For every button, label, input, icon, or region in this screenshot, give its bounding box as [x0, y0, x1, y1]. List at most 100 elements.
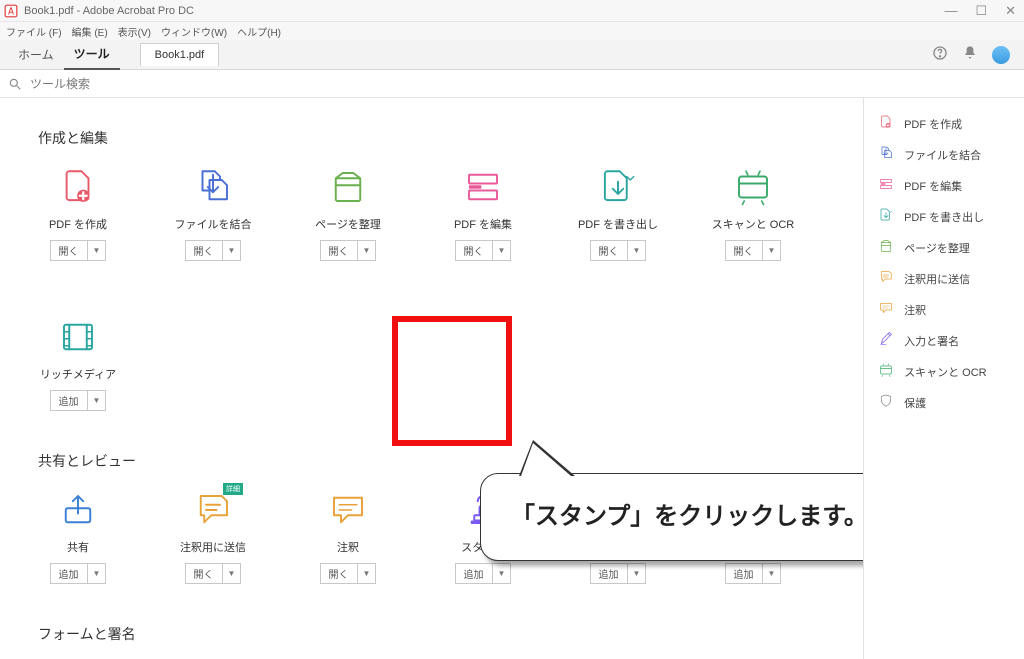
- tool-create-pdf[interactable]: PDF を作成 開く ▼: [38, 166, 118, 261]
- section-title-forms-sign: フォームと署名: [38, 624, 833, 644]
- chevron-down-icon[interactable]: ▼: [628, 244, 646, 257]
- tool-button-label: 開く: [321, 564, 358, 583]
- tool-label: ページを整理: [315, 216, 381, 232]
- tool-label: PDF を作成: [49, 216, 107, 232]
- rightpanel-item-protect[interactable]: 保護: [864, 387, 1024, 418]
- rightpanel-item-export[interactable]: PDF を書き出し: [864, 201, 1024, 232]
- tool-button-open[interactable]: 開く ▼: [320, 240, 377, 261]
- rightpanel-label: 注釈: [904, 302, 926, 318]
- tool-label: 注釈: [337, 539, 359, 555]
- comment-icon: [878, 300, 894, 319]
- create-pdf-icon: [57, 166, 99, 208]
- tool-button-label: 追加: [51, 391, 88, 410]
- chevron-down-icon[interactable]: ▼: [88, 394, 106, 407]
- tool-richmedia[interactable]: リッチメディア 追加 ▼: [38, 316, 118, 411]
- user-avatar[interactable]: [992, 46, 1010, 64]
- tool-button-open[interactable]: 開く ▼: [185, 563, 242, 584]
- tool-button-add[interactable]: 追加 ▼: [50, 390, 107, 411]
- titlebar: Book1.pdf - Adobe Acrobat Pro DC ― ☐ ✕: [0, 0, 1024, 22]
- tool-button-label: 開く: [726, 241, 763, 260]
- rightpanel-item-combine[interactable]: ファイルを結合: [864, 139, 1024, 170]
- tool-export[interactable]: PDF を書き出し 開く ▼: [578, 166, 658, 261]
- edit-pdf-icon: [878, 176, 894, 195]
- menu-help[interactable]: ヘルプ(H): [237, 24, 281, 39]
- chevron-down-icon[interactable]: ▼: [358, 567, 376, 580]
- tool-button-open[interactable]: 開く ▼: [455, 240, 512, 261]
- rightpanel-label: 入力と署名: [904, 333, 959, 349]
- window-title: Book1.pdf - Adobe Acrobat Pro DC: [24, 5, 194, 17]
- chevron-down-icon[interactable]: ▼: [763, 567, 781, 580]
- send-comment-icon: [878, 269, 894, 288]
- right-panel: PDF を作成 ファイルを結合 PDF を編集 PDF を書き出し ページを整理…: [863, 98, 1024, 659]
- chevron-down-icon[interactable]: ▼: [88, 567, 106, 580]
- rightpanel-item-organize[interactable]: ページを整理: [864, 232, 1024, 263]
- tool-share[interactable]: 共有 追加 ▼: [38, 489, 118, 584]
- tool-button-open[interactable]: 開く ▼: [590, 240, 647, 261]
- tool-button-label: 追加: [726, 564, 763, 583]
- create-pdf-icon: [878, 114, 894, 133]
- tool-button-open[interactable]: 開く ▼: [185, 240, 242, 261]
- tool-button-label: 開く: [186, 241, 223, 260]
- tool-button-open[interactable]: 開く ▼: [50, 240, 107, 261]
- tool-button-add[interactable]: 追加 ▼: [50, 563, 107, 584]
- tab-home[interactable]: ホーム: [8, 40, 64, 69]
- tool-button-label: 開く: [321, 241, 358, 260]
- rightpanel-item-create-pdf[interactable]: PDF を作成: [864, 108, 1024, 139]
- chevron-down-icon[interactable]: ▼: [493, 244, 511, 257]
- tab-document[interactable]: Book1.pdf: [140, 43, 220, 66]
- menu-window[interactable]: ウィンドウ(W): [161, 24, 227, 39]
- tool-scan[interactable]: スキャンと OCR 開く ▼: [713, 166, 793, 261]
- rightpanel-item-fill-sign[interactable]: 入力と署名: [864, 325, 1024, 356]
- tool-button-open[interactable]: 開く ▼: [320, 563, 377, 584]
- tool-label: リッチメディア: [40, 366, 116, 382]
- chevron-down-icon[interactable]: ▼: [223, 244, 241, 257]
- tool-button-label: 開く: [186, 564, 223, 583]
- tool-combine[interactable]: ファイルを結合 開く ▼: [173, 166, 253, 261]
- tool-edit-pdf[interactable]: PDF を編集 開く ▼: [443, 166, 523, 261]
- menu-view[interactable]: 表示(V): [118, 24, 151, 39]
- chevron-down-icon[interactable]: ▼: [628, 567, 646, 580]
- callout-text: 「スタンプ」をクリックします。: [511, 503, 863, 530]
- tool-button-add[interactable]: 追加 ▼: [590, 563, 647, 584]
- menu-edit[interactable]: 編集 (E): [72, 24, 108, 39]
- tool-comment[interactable]: 注釈 開く ▼: [308, 489, 388, 584]
- chevron-down-icon[interactable]: ▼: [88, 244, 106, 257]
- chevron-down-icon[interactable]: ▼: [223, 567, 241, 580]
- tool-organize[interactable]: ページを整理 開く ▼: [308, 166, 388, 261]
- section-title-share-review: 共有とレビュー: [38, 451, 833, 471]
- tab-tools[interactable]: ツール: [64, 39, 120, 70]
- tool-send-comment[interactable]: 詳細 注釈用に送信 開く ▼: [173, 489, 253, 584]
- tabbar: ホーム ツール Book1.pdf: [0, 40, 1024, 70]
- tool-label: スキャンと OCR: [712, 216, 795, 232]
- export-icon: [878, 207, 894, 226]
- edit-pdf-icon: [462, 166, 504, 208]
- rightpanel-item-send-comment[interactable]: 注釈用に送信: [864, 263, 1024, 294]
- window-max-icon[interactable]: ☐: [975, 3, 987, 19]
- chevron-down-icon[interactable]: ▼: [763, 244, 781, 257]
- send-comment-icon: [192, 489, 234, 531]
- rightpanel-label: PDF を編集: [904, 178, 962, 194]
- bell-icon[interactable]: [962, 45, 978, 64]
- search-icon: [8, 77, 22, 91]
- organize-icon: [327, 166, 369, 208]
- chevron-down-icon[interactable]: ▼: [358, 244, 376, 257]
- tool-button-label: 追加: [456, 564, 493, 583]
- rightpanel-label: 保護: [904, 395, 926, 411]
- rightpanel-item-scan[interactable]: スキャンと OCR: [864, 356, 1024, 387]
- rightpanel-item-edit-pdf[interactable]: PDF を編集: [864, 170, 1024, 201]
- menu-file[interactable]: ファイル (F): [6, 24, 62, 39]
- window-min-icon[interactable]: ―: [944, 3, 957, 19]
- window-close-icon[interactable]: ✕: [1005, 3, 1016, 19]
- chevron-down-icon[interactable]: ▼: [493, 567, 511, 580]
- help-icon[interactable]: [932, 45, 948, 64]
- tool-button-add[interactable]: 追加 ▼: [725, 563, 782, 584]
- export-icon: [597, 166, 639, 208]
- tool-search-bar[interactable]: ツール検索: [0, 70, 1024, 98]
- rightpanel-item-comment[interactable]: 注釈: [864, 294, 1024, 325]
- tool-button-open[interactable]: 開く ▼: [725, 240, 782, 261]
- acrobat-icon: [4, 4, 18, 18]
- rightpanel-label: スキャンと OCR: [904, 364, 987, 380]
- richmedia-icon: [57, 316, 99, 358]
- tool-button-label: 追加: [51, 564, 88, 583]
- tool-button-add[interactable]: 追加 ▼: [455, 563, 512, 584]
